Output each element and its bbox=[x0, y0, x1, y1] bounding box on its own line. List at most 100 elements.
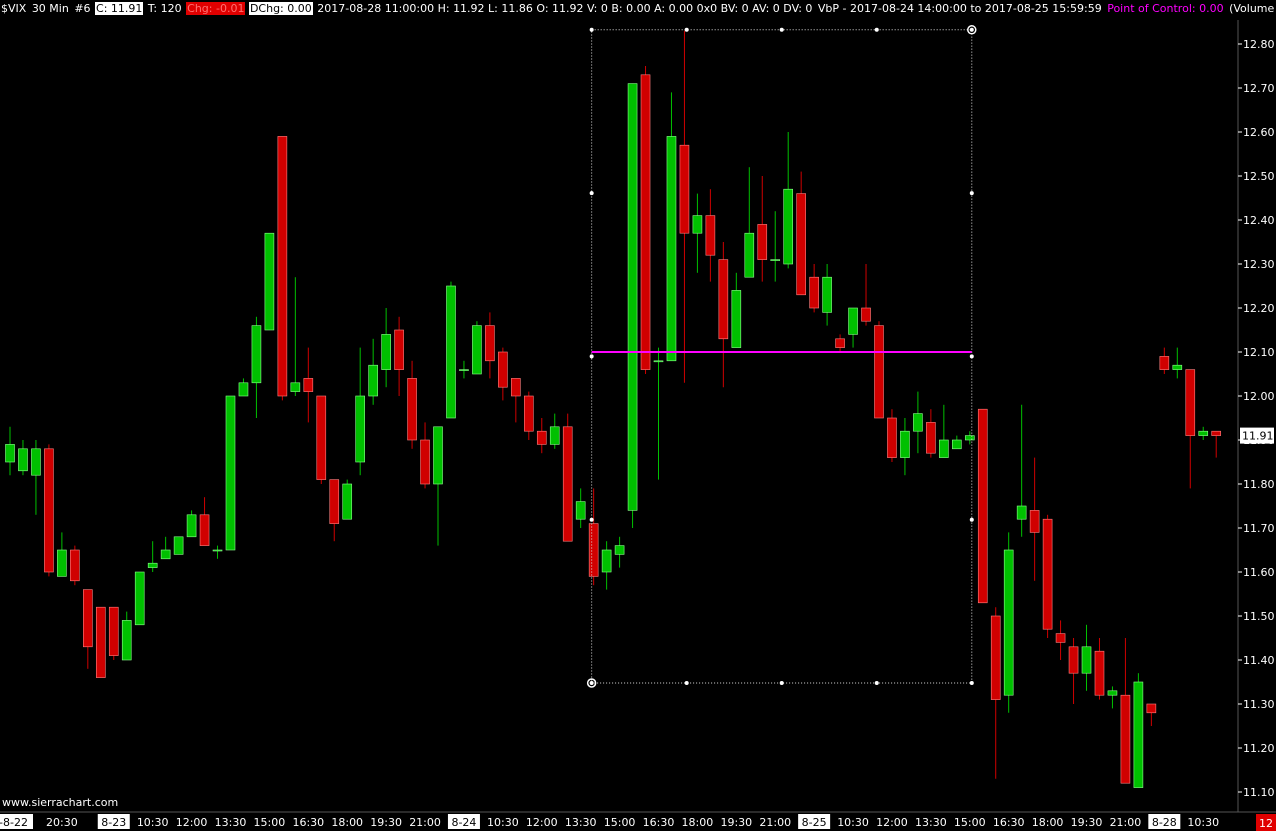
candle-body bbox=[108, 606, 119, 656]
candle-body bbox=[1081, 646, 1092, 674]
candle-body bbox=[212, 549, 223, 552]
y-tick-label: 12.10 bbox=[1243, 346, 1275, 359]
x-tick-label: 13:30 bbox=[565, 816, 597, 829]
candle-body bbox=[147, 562, 158, 568]
candle-body bbox=[160, 549, 171, 560]
interval-label: 30 Min bbox=[31, 2, 69, 15]
y-tick-label: 11.40 bbox=[1243, 654, 1275, 667]
y-tick-label: 12.00 bbox=[1243, 390, 1275, 403]
candle-body bbox=[57, 549, 67, 577]
candle-body bbox=[485, 325, 495, 362]
x-tick-label: 21:00 bbox=[409, 816, 441, 829]
x-tick-label: 21:00 bbox=[1110, 816, 1142, 829]
x-tick-label: 20:30 bbox=[46, 816, 78, 829]
x-tick-label: 16:30 bbox=[643, 816, 675, 829]
candle-body bbox=[83, 589, 93, 648]
trades-value: T: 120 bbox=[147, 2, 182, 15]
x-tick-label: 16:30 bbox=[993, 816, 1025, 829]
candle-body bbox=[1172, 364, 1183, 370]
candle-body bbox=[861, 307, 871, 322]
x-tick-label: 8-28 bbox=[1152, 816, 1177, 829]
x-tick-label: 18:00 bbox=[331, 816, 363, 829]
y-tick-label: 12.20 bbox=[1243, 302, 1275, 315]
candle-body bbox=[290, 382, 301, 392]
candle-body bbox=[1107, 690, 1118, 696]
candle-body bbox=[511, 378, 521, 397]
x-tick-label: 8-25 bbox=[802, 816, 827, 829]
resize-handle bbox=[969, 27, 974, 32]
candle-body bbox=[757, 224, 768, 260]
candle-body bbox=[355, 395, 365, 463]
candle-body bbox=[472, 325, 482, 375]
resize-handle bbox=[874, 681, 879, 685]
x-tick-label: 21:00 bbox=[759, 816, 791, 829]
x-tick-label: 19:30 bbox=[1071, 816, 1103, 829]
x-tick-label: 10:30 bbox=[837, 816, 869, 829]
x-tick-label: 18:00 bbox=[682, 816, 714, 829]
y-tick-label: 11.30 bbox=[1243, 698, 1275, 711]
candle-body bbox=[627, 83, 638, 511]
candle-body bbox=[1211, 430, 1222, 436]
candle-body bbox=[134, 571, 145, 626]
corner-label: 12 bbox=[1259, 817, 1273, 830]
x-tick-label: 10:30 bbox=[1187, 816, 1219, 829]
change-value: Chg: -0.01 bbox=[186, 2, 246, 15]
candle-body bbox=[18, 448, 28, 472]
candlestick-chart[interactable]: 12.80 12.70 12.60 12.50 12.40 12.30 12.20 12.10… bbox=[0, 0, 1276, 831]
bar-info: 2017-08-28 11:00:00 H: 11.92 L: 11.86 O:… bbox=[317, 2, 813, 15]
y-tick-label: 11.50 bbox=[1243, 610, 1275, 623]
candle-body bbox=[705, 215, 716, 256]
candle-body bbox=[977, 408, 988, 604]
candle-body bbox=[952, 439, 962, 450]
x-tick-label: 19:30 bbox=[370, 816, 402, 829]
y-tick-label: 11.60 bbox=[1243, 566, 1275, 579]
candle-body bbox=[588, 523, 599, 577]
candle-body bbox=[394, 329, 404, 370]
candle-body bbox=[601, 549, 612, 573]
resize-handle bbox=[589, 354, 594, 359]
x-tick-label: 12:00 bbox=[176, 816, 208, 829]
candle-body bbox=[1185, 369, 1196, 436]
y-tick-label: 12.70 bbox=[1243, 82, 1275, 95]
candle-body bbox=[329, 479, 340, 524]
x-tick-label: 18:00 bbox=[1032, 816, 1064, 829]
resize-handle bbox=[779, 681, 784, 685]
candle-body bbox=[1159, 356, 1170, 370]
candle-body bbox=[575, 501, 586, 520]
chart-number-label: #6 bbox=[74, 2, 91, 15]
candle-body bbox=[614, 545, 625, 555]
candle-body bbox=[640, 74, 651, 370]
y-tick-label: 12.80 bbox=[1243, 38, 1275, 51]
candle-body bbox=[770, 259, 781, 261]
resize-handle bbox=[589, 517, 594, 522]
x-tick-label: 8-24 bbox=[451, 816, 476, 829]
candle-body bbox=[420, 439, 430, 485]
candle-body bbox=[679, 144, 690, 234]
resize-handle bbox=[969, 354, 974, 359]
candle-body bbox=[939, 439, 949, 458]
resize-handle bbox=[589, 27, 594, 32]
y-tick-label: 12.60 bbox=[1243, 126, 1275, 139]
candle-body bbox=[990, 615, 1001, 700]
candle-body bbox=[666, 136, 677, 362]
candle-body bbox=[809, 276, 819, 309]
candle-body bbox=[264, 232, 275, 331]
x-tick-label: 7-8-22 bbox=[0, 816, 28, 829]
resize-handle bbox=[684, 681, 689, 685]
y-tick-label: 11.20 bbox=[1243, 742, 1275, 755]
volume-profile-info: VbP - 2017-08-24 14:00:00 to 2017-08-25 … bbox=[817, 2, 1102, 15]
x-tick-label: 19:30 bbox=[720, 816, 752, 829]
chart-header-bar: $VIX 30 Min #6 C: 11.91 T: 120 Chg: -0.0… bbox=[0, 0, 1276, 18]
candle-body bbox=[5, 444, 15, 463]
close-value: C: 11.91 bbox=[95, 2, 144, 15]
x-tick-label: 13:30 bbox=[215, 816, 247, 829]
candle-body bbox=[1003, 549, 1014, 696]
symbol-label: $VIX bbox=[1, 2, 27, 15]
x-tick-label: 15:00 bbox=[604, 816, 636, 829]
resize-handle bbox=[969, 191, 974, 196]
candle-body bbox=[225, 395, 236, 551]
watermark: www.sierrachart.com bbox=[2, 796, 119, 809]
candle-body bbox=[1198, 430, 1209, 436]
candle-body bbox=[238, 382, 249, 397]
resize-handle bbox=[969, 517, 974, 522]
